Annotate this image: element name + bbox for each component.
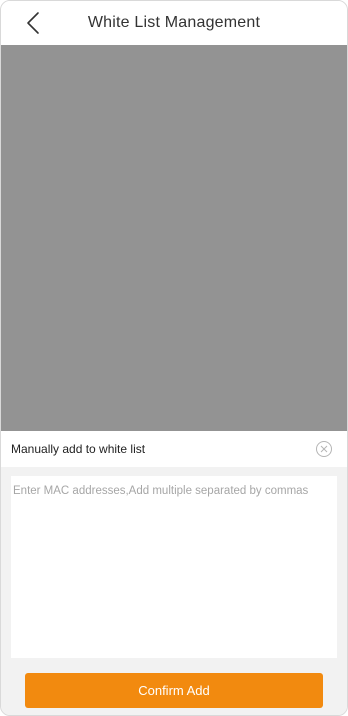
back-button[interactable]	[21, 9, 45, 37]
confirm-add-button[interactable]: Confirm Add	[25, 673, 323, 708]
add-whitelist-sheet: Manually add to white list Confirm Add	[1, 431, 347, 715]
app-screen: White List Management Manually add to wh…	[0, 0, 348, 716]
close-circle-icon	[316, 441, 332, 457]
navigation-bar: White List Management	[1, 1, 347, 45]
sheet-header: Manually add to white list	[1, 431, 347, 467]
mac-address-input[interactable]	[11, 476, 337, 658]
sheet-title: Manually add to white list	[11, 442, 146, 456]
mac-input-container	[11, 476, 337, 658]
modal-overlay[interactable]	[1, 45, 347, 431]
close-button[interactable]	[315, 440, 333, 458]
page-title: White List Management	[87, 14, 261, 31]
chevron-left-icon	[27, 12, 39, 34]
